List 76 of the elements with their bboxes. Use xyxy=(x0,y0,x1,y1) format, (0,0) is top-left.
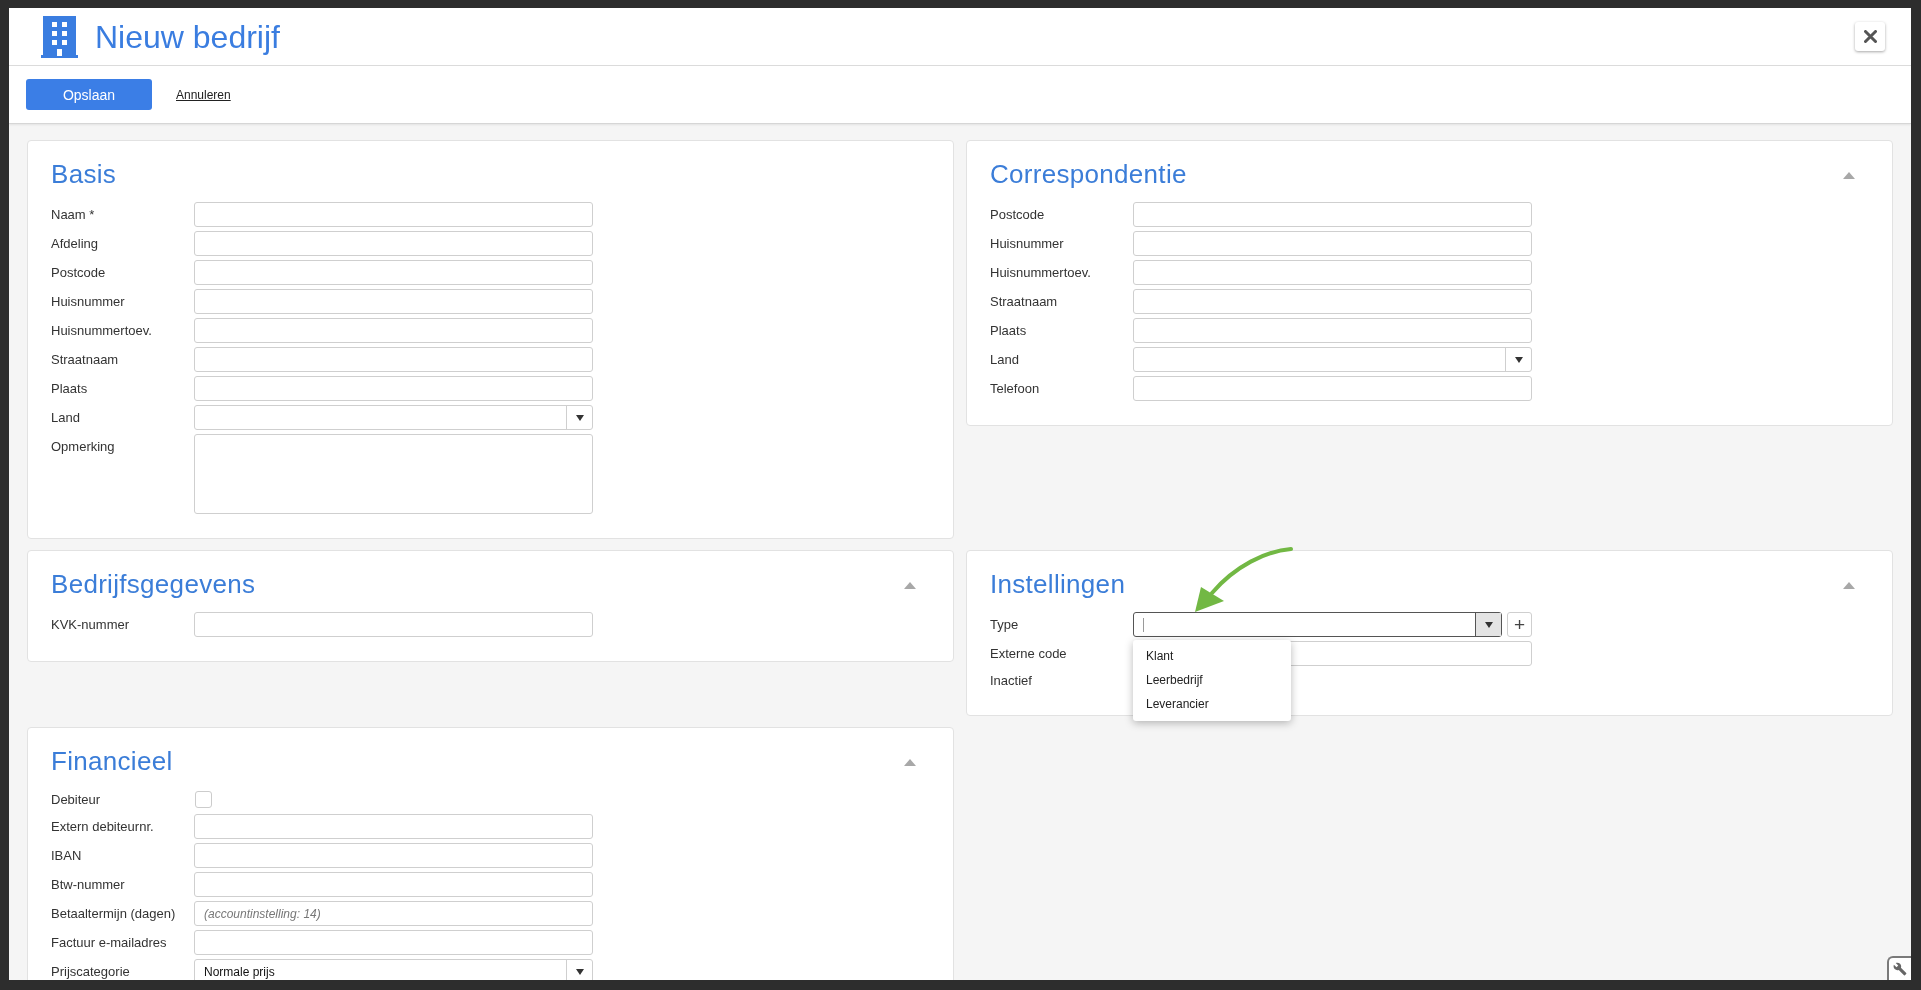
collapse-icon[interactable] xyxy=(1843,582,1855,589)
text-field[interactable]: (accountinstelling: 14) xyxy=(194,901,593,926)
close-button[interactable] xyxy=(1855,22,1885,51)
building-icon xyxy=(41,15,78,58)
field-label: Postcode xyxy=(51,264,107,282)
text-field[interactable] xyxy=(1133,376,1532,401)
caret-icon xyxy=(575,414,584,421)
text-field[interactable] xyxy=(194,318,593,343)
field-label: Land xyxy=(990,351,1020,369)
text-field[interactable] xyxy=(1133,231,1532,256)
text-field[interactable] xyxy=(1133,289,1532,314)
caret-icon xyxy=(1484,621,1493,628)
field-label: Telefoon xyxy=(990,380,1041,398)
field-label: Inactief xyxy=(990,672,1033,690)
field-label: Debiteur xyxy=(51,791,102,809)
wrench-button[interactable] xyxy=(1887,956,1911,980)
caret-icon xyxy=(575,968,584,975)
wrench-icon xyxy=(1893,962,1907,976)
text-field[interactable] xyxy=(194,260,593,285)
field-label: Huisnummertoev. xyxy=(990,264,1092,282)
text-field[interactable] xyxy=(194,289,593,314)
field-label: Straatnaam xyxy=(990,293,1059,311)
text-field[interactable] xyxy=(194,814,593,839)
field-label: Type xyxy=(990,616,1020,634)
add-button[interactable]: + xyxy=(1507,612,1532,637)
close-icon xyxy=(1863,30,1877,43)
field-label: Huisnummer xyxy=(990,235,1065,253)
dropdown-option[interactable]: Leverancier xyxy=(1133,692,1291,716)
text-field[interactable] xyxy=(194,202,593,227)
text-field[interactable] xyxy=(1133,260,1532,285)
text-field[interactable] xyxy=(1133,318,1532,343)
text-field[interactable] xyxy=(1133,202,1532,227)
collapse-icon[interactable] xyxy=(1843,172,1855,179)
field-label: Postcode xyxy=(990,206,1046,224)
dropdown-option[interactable]: Klant xyxy=(1133,644,1291,668)
text-field[interactable] xyxy=(194,347,593,372)
field-label: Naam * xyxy=(51,206,96,224)
dropdown-field[interactable] xyxy=(1133,612,1502,637)
text-field[interactable] xyxy=(194,843,593,868)
field-label: Land xyxy=(51,409,81,427)
field-label: Opmerking xyxy=(51,438,116,456)
field-label: Plaats xyxy=(51,380,89,398)
field-label: Betaaltermijn (dagen) xyxy=(51,905,177,923)
field-label: Prijscategorie xyxy=(51,963,131,980)
panel-title: Bedrijfsgegevens xyxy=(51,569,256,599)
field-label: Huisnummertoev. xyxy=(51,322,153,340)
window-title: Nieuw bedrijf xyxy=(95,17,280,57)
field-label: Factuur e-mailadres xyxy=(51,934,168,952)
collapse-icon[interactable] xyxy=(904,759,916,766)
field-label: Huisnummer xyxy=(51,293,126,311)
field-label: IBAN xyxy=(51,847,83,865)
field-label: Extern debiteurnr. xyxy=(51,818,155,836)
caret-icon xyxy=(1514,356,1523,363)
panel-title: Financieel xyxy=(51,746,173,776)
dropdown-option[interactable]: Leerbedrijf xyxy=(1133,668,1291,692)
field-label: KVK-nummer xyxy=(51,616,131,634)
field-label: Afdeling xyxy=(51,235,99,253)
text-cursor-icon xyxy=(1143,617,1144,632)
text-field[interactable] xyxy=(194,872,593,897)
checkbox[interactable] xyxy=(195,791,212,808)
field-label: Btw-nummer xyxy=(51,876,126,894)
text-field[interactable] xyxy=(194,930,593,955)
cancel-link[interactable]: Annuleren xyxy=(176,87,231,102)
text-field[interactable] xyxy=(194,376,593,401)
panel-title: Basis xyxy=(51,159,117,189)
field-label: Straatnaam xyxy=(51,351,120,369)
panel-title: Correspondentie xyxy=(990,159,1187,189)
save-button[interactable]: Opslaan xyxy=(26,79,152,110)
text-area[interactable] xyxy=(194,434,593,514)
panel-title: Instellingen xyxy=(990,569,1126,599)
dropdown-field[interactable]: Normale prijs xyxy=(194,959,593,980)
field-label: Externe code xyxy=(990,645,1068,663)
text-field[interactable] xyxy=(194,612,593,637)
collapse-icon[interactable] xyxy=(904,582,916,589)
field-label: Plaats xyxy=(990,322,1028,340)
text-field[interactable] xyxy=(194,231,593,256)
